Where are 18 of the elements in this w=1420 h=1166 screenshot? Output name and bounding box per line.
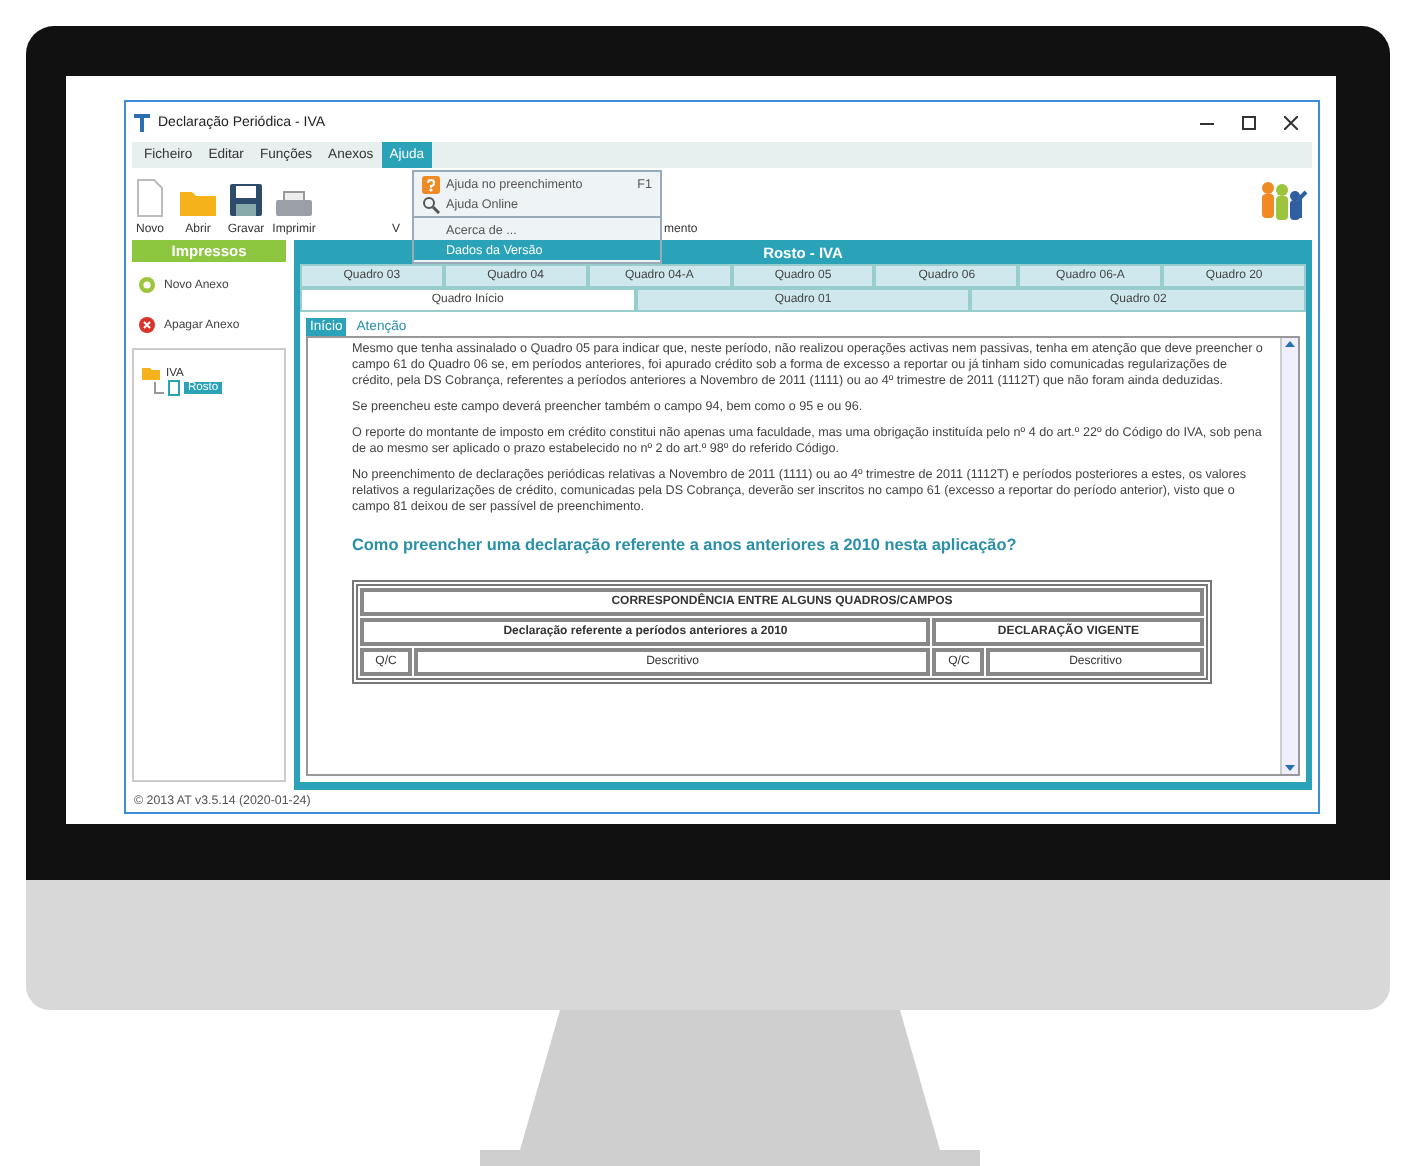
close-icon [1284, 115, 1298, 129]
document-icon [168, 380, 180, 396]
scroll-down-icon [1284, 762, 1296, 774]
scroll-up-icon [1284, 338, 1296, 350]
help-icon [422, 175, 440, 193]
magnifier-icon [422, 195, 440, 213]
add-icon [138, 276, 156, 294]
people-icon [1258, 180, 1310, 224]
open-folder-icon [142, 366, 162, 380]
tree-line-icon [154, 382, 164, 394]
app-icon [134, 113, 150, 131]
maximize-icon [1242, 115, 1256, 129]
scrollbar[interactable] [1280, 338, 1298, 774]
delete-icon [138, 316, 156, 334]
section-heading: Como preencher uma declaração referente a anos anteriores a 2010 nesta aplicação? [352, 536, 1019, 554]
document-icon [134, 178, 166, 218]
folder-icon [178, 186, 218, 218]
printer-icon [274, 190, 314, 218]
